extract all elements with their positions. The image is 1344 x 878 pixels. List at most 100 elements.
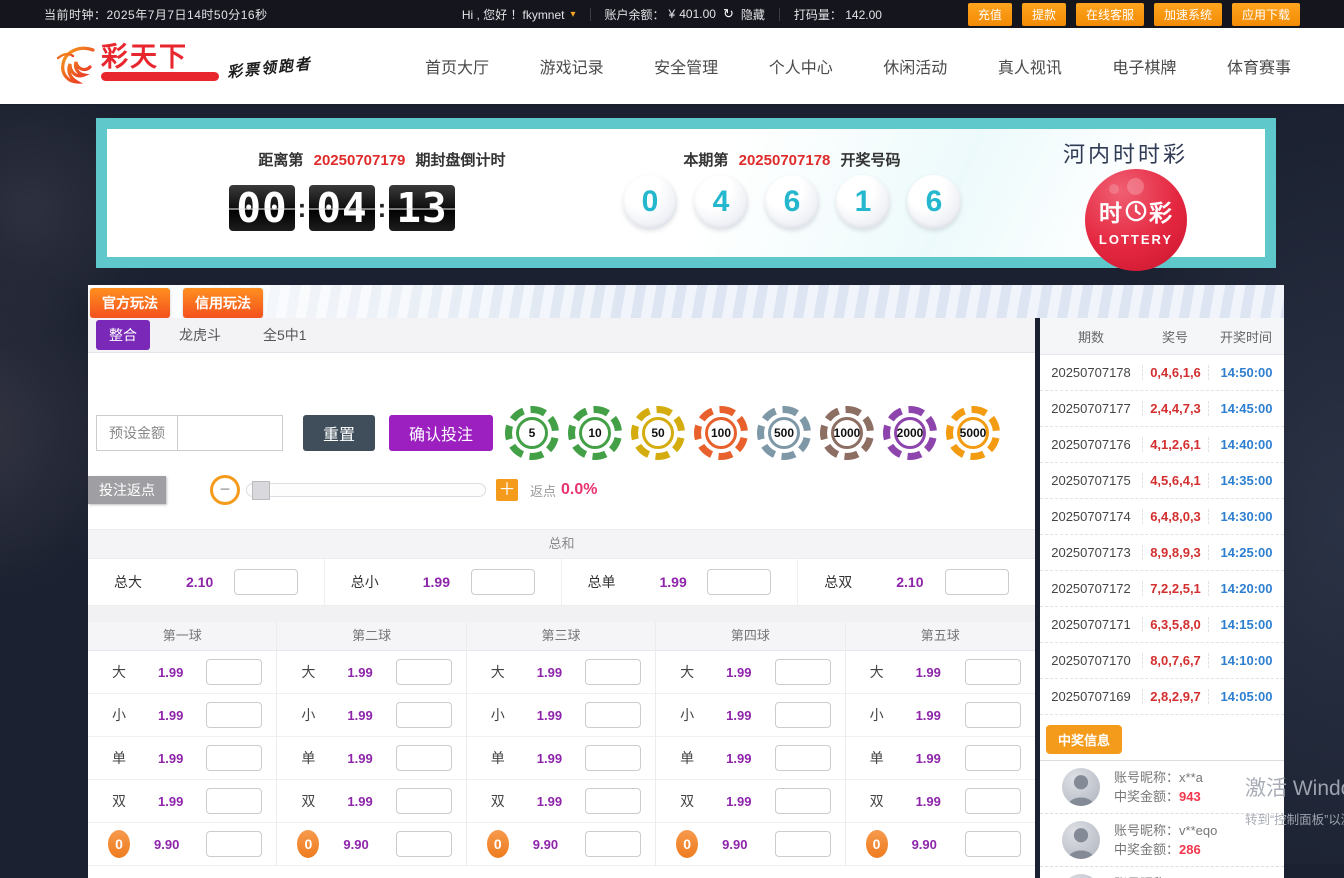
bet-cell[interactable]: 0 9.90	[846, 823, 1035, 866]
bet-cell[interactable]: 单 1.99	[467, 737, 655, 780]
result-row: 20250707169 2,8,2,9,7 14:05:00	[1040, 679, 1284, 715]
bet-amount-input[interactable]	[775, 788, 831, 814]
rebate-slider[interactable]	[246, 483, 486, 497]
sum-bet-cell[interactable]: 总大 2.10	[88, 559, 325, 605]
bet-amount-input[interactable]	[775, 831, 831, 857]
bet-cell[interactable]: 大 1.99	[277, 651, 465, 694]
bet-amount-input[interactable]	[396, 659, 452, 685]
bet-amount-input[interactable]	[965, 831, 1021, 857]
topbar-action-button[interactable]: 加速系统	[1154, 3, 1222, 26]
bet-cell[interactable]: 小 1.99	[846, 694, 1035, 737]
bet-amount-input[interactable]	[234, 569, 298, 595]
bet-cell[interactable]: 小 1.99	[656, 694, 844, 737]
bet-cell[interactable]: 大 1.99	[467, 651, 655, 694]
topbar-action-button[interactable]: 充值	[968, 3, 1012, 26]
draw-number-ball: 6	[765, 175, 819, 229]
game-mode-tab[interactable]: 龙虎斗	[166, 320, 234, 350]
bet-cell[interactable]: 0 9.90	[467, 823, 655, 866]
refresh-balance-icon[interactable]: ↻	[723, 6, 734, 22]
winners-info-badge[interactable]: 中奖信息	[1046, 725, 1122, 754]
topbar-action-button[interactable]: 应用下载	[1232, 3, 1300, 26]
hide-balance-link[interactable]: 隐藏	[741, 6, 765, 23]
nav-item[interactable]: 安全管理	[654, 54, 718, 78]
bet-amount-input[interactable]	[585, 745, 641, 771]
nav-item[interactable]: 首页大厅	[425, 54, 489, 78]
bet-amount-input[interactable]	[965, 788, 1021, 814]
chip-button[interactable]: 10	[568, 406, 622, 460]
bet-amount-input[interactable]	[775, 702, 831, 728]
bet-cell[interactable]: 双 1.99	[88, 780, 276, 823]
preset-amount-input[interactable]	[177, 416, 282, 450]
bet-amount-input[interactable]	[965, 659, 1021, 685]
nav-item[interactable]: 休闲活动	[883, 54, 947, 78]
bet-cell[interactable]: 单 1.99	[88, 737, 276, 780]
chip-button[interactable]: 5000	[946, 406, 1000, 460]
chip-button[interactable]: 100	[694, 406, 748, 460]
sum-bet-cell[interactable]: 总小 1.99	[325, 559, 562, 605]
sum-bet-cell[interactable]: 总单 1.99	[562, 559, 799, 605]
bet-cell[interactable]: 0 9.90	[88, 823, 276, 866]
nav-item[interactable]: 游戏记录	[540, 54, 604, 78]
bet-amount-input[interactable]	[965, 702, 1021, 728]
bet-amount-input[interactable]	[206, 702, 262, 728]
topbar-action-button[interactable]: 在线客服	[1076, 3, 1144, 26]
bet-amount-input[interactable]	[585, 702, 641, 728]
bet-amount-input[interactable]	[206, 745, 262, 771]
slider-thumb[interactable]	[252, 481, 270, 500]
bet-cell[interactable]: 大 1.99	[88, 651, 276, 694]
avatar	[1062, 821, 1100, 859]
sum-bet-cell[interactable]: 总双 2.10	[798, 559, 1035, 605]
chip-button[interactable]: 500	[757, 406, 811, 460]
bet-cell[interactable]: 小 1.99	[277, 694, 465, 737]
chip-button[interactable]: 5	[505, 406, 559, 460]
bet-amount-input[interactable]	[396, 788, 452, 814]
bet-cell[interactable]: 单 1.99	[656, 737, 844, 780]
bet-cell[interactable]: 小 1.99	[467, 694, 655, 737]
bet-amount-input[interactable]	[206, 788, 262, 814]
bet-cell[interactable]: 双 1.99	[467, 780, 655, 823]
game-mode-tab[interactable]: 全5中1	[250, 320, 320, 350]
bet-amount-input[interactable]	[396, 745, 452, 771]
bet-cell[interactable]: 单 1.99	[846, 737, 1035, 780]
chip-selector: 51050100500100020005000	[505, 406, 1000, 460]
bet-amount-input[interactable]	[396, 702, 452, 728]
bet-amount-input[interactable]	[206, 659, 262, 685]
rebate-plus-button[interactable]: ＋	[496, 479, 518, 501]
game-mode-tab[interactable]: 整合	[96, 320, 150, 350]
bet-cell[interactable]: 小 1.99	[88, 694, 276, 737]
play-type-tab[interactable]: 信用玩法	[183, 288, 263, 318]
chip-button[interactable]: 2000	[883, 406, 937, 460]
user-menu[interactable]: Hi , 您好 ！fkymnet ▾	[462, 6, 576, 23]
bet-cell[interactable]: 0 9.90	[656, 823, 844, 866]
bet-amount-input[interactable]	[471, 569, 535, 595]
bet-amount-input[interactable]	[585, 831, 641, 857]
rebate-minus-button[interactable]: −	[210, 475, 240, 505]
bet-cell[interactable]: 双 1.99	[277, 780, 465, 823]
bet-amount-input[interactable]	[775, 745, 831, 771]
bet-amount-input[interactable]	[965, 745, 1021, 771]
bet-amount-input[interactable]	[585, 788, 641, 814]
bet-amount-input[interactable]	[585, 659, 641, 685]
topbar-action-button[interactable]: 提款	[1022, 3, 1066, 26]
nav-item[interactable]: 真人视讯	[998, 54, 1062, 78]
bet-cell[interactable]: 大 1.99	[846, 651, 1035, 694]
bet-amount-input[interactable]	[396, 831, 452, 857]
reset-button[interactable]: 重置	[303, 415, 375, 451]
nav-item[interactable]: 电子棋牌	[1112, 54, 1176, 78]
confirm-bet-button[interactable]: 确认投注	[389, 415, 493, 451]
bet-cell[interactable]: 双 1.99	[656, 780, 844, 823]
bet-cell[interactable]: 大 1.99	[656, 651, 844, 694]
bet-cell[interactable]: 双 1.99	[846, 780, 1035, 823]
bet-amount-input[interactable]	[945, 569, 1009, 595]
chip-button[interactable]: 1000	[820, 406, 874, 460]
bet-amount-input[interactable]	[707, 569, 771, 595]
play-type-tab[interactable]: 官方玩法	[90, 288, 170, 318]
bet-cell[interactable]: 单 1.99	[277, 737, 465, 780]
chip-button[interactable]: 50	[631, 406, 685, 460]
bet-cell[interactable]: 0 9.90	[277, 823, 465, 866]
nav-item[interactable]: 个人中心	[769, 54, 833, 78]
bet-amount-input[interactable]	[206, 831, 262, 857]
site-logo[interactable]: 彩天下 彩票领跑者	[55, 43, 312, 89]
nav-item[interactable]: 体育赛事	[1227, 54, 1291, 78]
bet-amount-input[interactable]	[775, 659, 831, 685]
